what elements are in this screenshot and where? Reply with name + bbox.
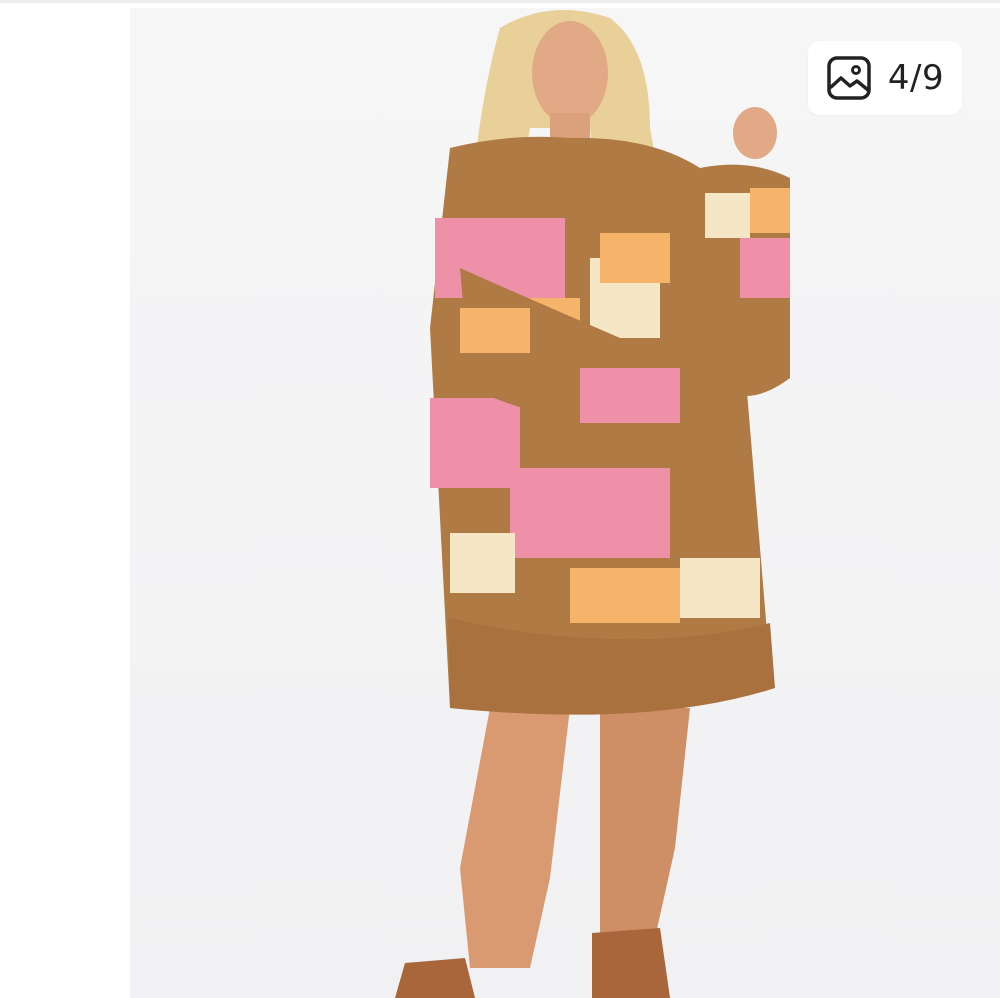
patch-cream-sleeve <box>705 193 750 238</box>
image-counter-text: 4/9 <box>887 58 945 98</box>
patch-pink-3 <box>510 468 670 558</box>
right-boot <box>592 928 670 998</box>
product-photo-illustration <box>395 10 790 998</box>
legs <box>460 708 570 968</box>
patch-pink-2 <box>430 398 520 488</box>
image-counter-badge[interactable]: 4/9 <box>808 41 962 115</box>
hand <box>733 107 777 159</box>
image-gallery-icon <box>826 55 872 101</box>
patch-orange-3 <box>600 233 670 283</box>
top-divider <box>0 0 1000 3</box>
patch-orange-2 <box>570 568 680 623</box>
patch-orange-arm <box>460 308 530 353</box>
legs-right <box>600 708 690 938</box>
product-photo[interactable] <box>130 8 1000 998</box>
patch-cream-2 <box>450 533 515 593</box>
patch-cream-3 <box>680 558 760 618</box>
left-boot <box>395 958 475 998</box>
image-viewer: 4/9 <box>0 0 1000 998</box>
patch-pink-arm <box>580 368 680 423</box>
patch-pink-sleeve <box>740 238 790 298</box>
face <box>532 21 608 125</box>
patch-orange-sleeve <box>750 188 790 233</box>
